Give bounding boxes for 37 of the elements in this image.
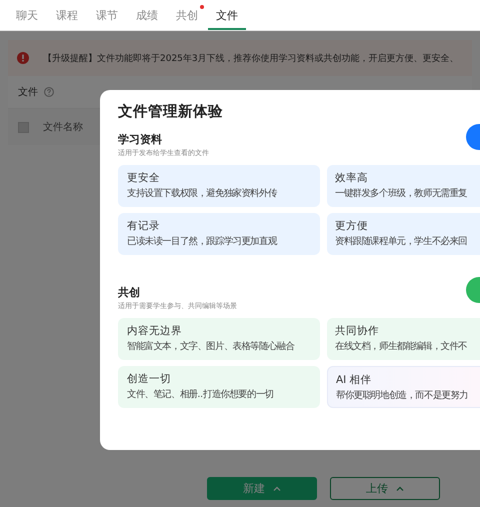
card-text: 智能富文本，文字、图片、表格等随心融合 — [127, 340, 296, 353]
tab[interactable]: 共创 — [168, 8, 206, 30]
tab[interactable]: 课节 — [88, 8, 126, 30]
section-title: 共创 — [118, 285, 141, 300]
dropdown-button[interactable]: 上传 — [330, 477, 440, 500]
tab[interactable]: 聊天 — [8, 8, 46, 30]
section-title: 学习资料 — [118, 132, 163, 147]
card-title: 更方便 — [335, 219, 369, 233]
card-text: 帮你更聪明地创造，而不是更努力 — [336, 389, 470, 402]
card-title: 更安全 — [127, 171, 161, 185]
card-title: 内容无边界 — [127, 324, 183, 338]
section-title: 文件 — [18, 86, 38, 99]
card-title: 效率高 — [335, 171, 369, 185]
round-action-button[interactable] — [466, 277, 480, 303]
round-action-button[interactable] — [466, 124, 480, 150]
checkbox[interactable] — [18, 122, 29, 132]
tab[interactable]: 成绩 — [128, 8, 166, 30]
card-title: 共同协作 — [335, 324, 380, 338]
tab[interactable]: 课程 — [48, 8, 86, 30]
banner-text: 【升级提醒】文件功能即将于2025年3月下线，推荐你使用学习资料或共创功能，开启更方便、更安全、 — [43, 52, 459, 64]
card-text: 已读未读一目了然，跟踪学习更加直观 — [127, 235, 278, 248]
column-header: 文件名称 — [43, 120, 83, 134]
card-text: 一键群发多个班级，教师无需重复 — [335, 187, 468, 200]
card-title: AI 相伴 — [336, 373, 373, 387]
help-icon[interactable] — [44, 87, 54, 97]
card-title: 创造一切 — [127, 372, 172, 386]
dialog-title: 文件管理新体验 — [118, 102, 224, 121]
caret-icon — [273, 486, 281, 491]
card-text: 资料跟随课程单元，学生不必来回 — [335, 235, 468, 248]
warning-icon — [17, 52, 29, 64]
card-title: 有记录 — [127, 219, 161, 233]
notification-dot — [200, 5, 204, 9]
caret-icon — [396, 486, 404, 491]
card-text: 在线文档，师生都能编辑，文件不 — [335, 340, 468, 353]
card-text: 文件、笔记、相册..打造你想要的一切 — [127, 388, 274, 401]
card-text: 支持设置下载权限，避免独家资料外传 — [127, 187, 278, 200]
dropdown-button[interactable]: 新建 — [207, 477, 317, 500]
